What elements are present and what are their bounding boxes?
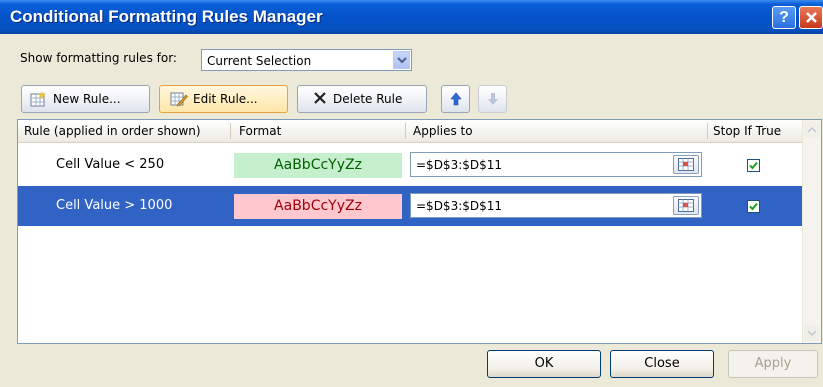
format-preview: AaBbCcYyZz	[234, 194, 402, 219]
format-preview: AaBbCcYyZz	[234, 153, 402, 178]
rules-manager-dialog: Conditional Formatting Rules Manager ? S…	[0, 0, 823, 387]
applies-to-field[interactable]: =$D$3:$D$11	[410, 152, 702, 177]
range-picker-button[interactable]	[673, 155, 699, 174]
column-header-stop-if-true[interactable]: Stop If True	[713, 124, 781, 138]
scroll-down-button[interactable]	[804, 325, 820, 341]
rules-list: Rule (applied in order shown) Format App…	[17, 119, 822, 344]
new-rule-icon	[30, 91, 46, 107]
delete-rule-label: Delete Rule	[333, 92, 403, 106]
column-header-format[interactable]: Format	[239, 124, 281, 138]
title-bar[interactable]: Conditional Formatting Rules Manager ?	[0, 0, 823, 34]
scroll-up-button[interactable]	[804, 122, 820, 138]
close-icon	[806, 12, 817, 23]
show-rules-label: Show formatting rules for:	[20, 51, 177, 65]
rules-list-header: Rule (applied in order shown) Format App…	[18, 120, 821, 143]
chevron-down-icon	[807, 330, 817, 337]
chevron-up-icon	[807, 126, 817, 133]
edit-rule-button[interactable]: Edit Rule...	[159, 85, 288, 113]
applies-to-field[interactable]: =$D$3:$D$11	[410, 193, 702, 218]
checkmark-icon	[749, 202, 758, 211]
applies-to-value: =$D$3:$D$11	[416, 199, 503, 213]
close-button[interactable]: Close	[610, 350, 714, 378]
arrow-up-icon	[450, 92, 462, 106]
help-button[interactable]: ?	[772, 6, 796, 29]
stop-if-true-checkbox[interactable]	[747, 159, 760, 172]
vertical-scrollbar[interactable]	[802, 120, 821, 343]
apply-button[interactable]: Apply	[728, 350, 818, 378]
rule-row[interactable]: Cell Value < 250 AaBbCcYyZz =$D$3:$D$11	[18, 145, 803, 185]
rule-row[interactable]: Cell Value > 1000 AaBbCcYyZz =$D$3:$D$11	[18, 186, 803, 226]
rules-toolbar: New Rule... Edit Rule... Delete Rule	[16, 82, 816, 118]
rule-condition: Cell Value > 1000	[56, 198, 173, 213]
applies-to-value: =$D$3:$D$11	[416, 158, 503, 172]
edit-rule-label: Edit Rule...	[193, 92, 258, 106]
stop-if-true-checkbox[interactable]	[747, 200, 760, 213]
move-up-button[interactable]	[441, 85, 470, 113]
delete-icon	[314, 92, 326, 104]
range-select-icon	[678, 158, 694, 171]
ok-button[interactable]: OK	[487, 350, 601, 378]
column-header-rule[interactable]: Rule (applied in order shown)	[24, 124, 201, 138]
delete-rule-button[interactable]: Delete Rule	[297, 85, 427, 113]
edit-rule-icon	[170, 92, 188, 107]
range-picker-button[interactable]	[673, 196, 699, 215]
show-rules-value: Current Selection	[207, 54, 312, 68]
new-rule-label: New Rule...	[53, 92, 121, 106]
new-rule-button[interactable]: New Rule...	[21, 85, 150, 113]
range-select-icon	[678, 199, 694, 212]
chevron-down-icon	[397, 57, 407, 64]
move-down-button[interactable]	[478, 85, 507, 113]
arrow-down-icon	[488, 93, 498, 105]
close-window-button[interactable]	[799, 6, 823, 29]
show-rules-dropdown[interactable]: Current Selection	[201, 49, 412, 71]
dropdown-arrow-button[interactable]	[393, 51, 410, 69]
help-icon: ?	[779, 9, 789, 26]
checkmark-icon	[749, 161, 758, 170]
column-header-applies-to[interactable]: Applies to	[413, 124, 473, 138]
dialog-title: Conditional Formatting Rules Manager	[10, 7, 323, 26]
rule-condition: Cell Value < 250	[56, 157, 165, 172]
